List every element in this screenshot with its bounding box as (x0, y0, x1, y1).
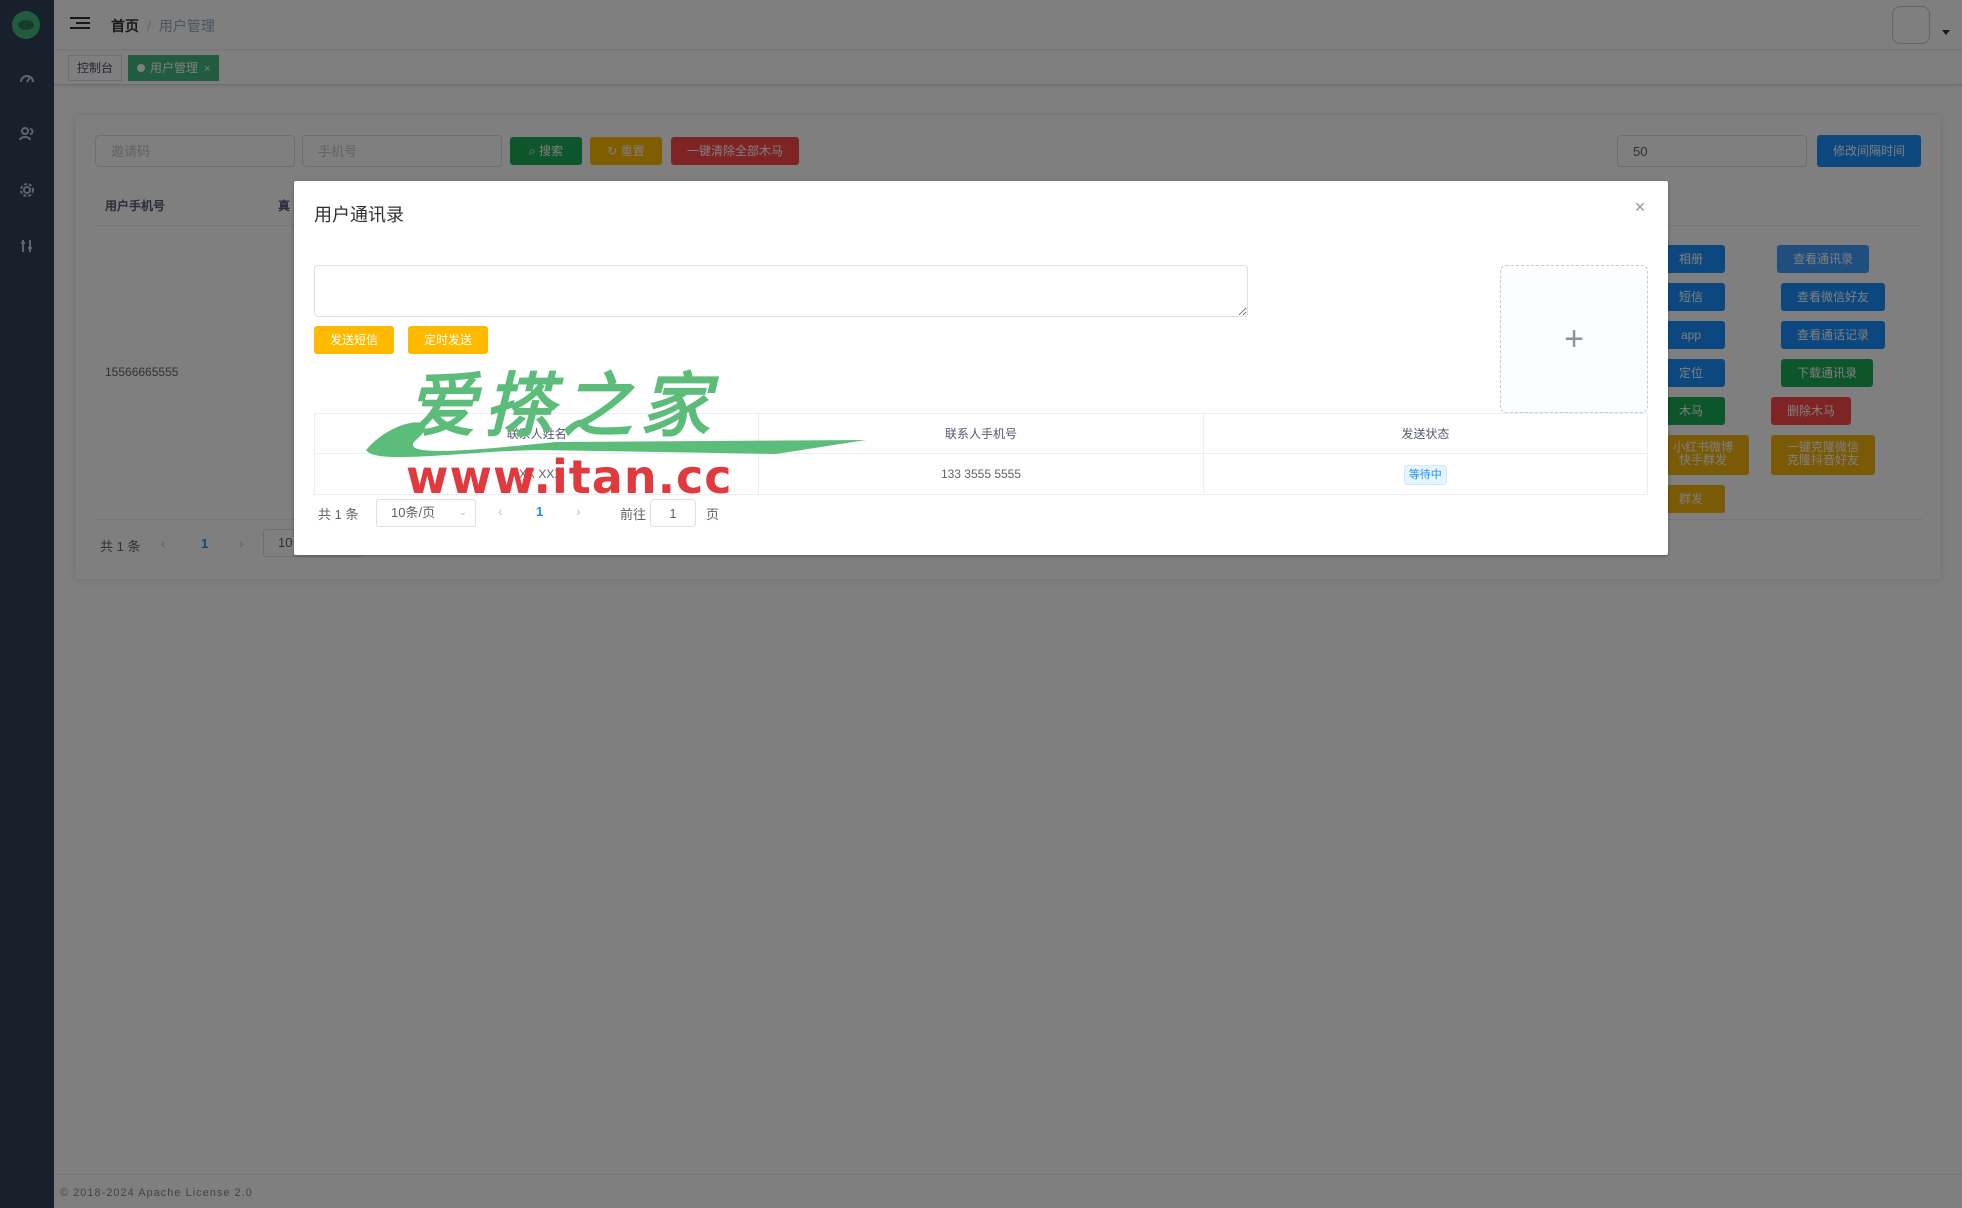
goto-page-input[interactable] (650, 499, 696, 527)
dialog-title: 用户通讯录 (314, 205, 404, 225)
contacts-dialog: 用户通讯录 × 发送短信 定时发送 + 联系人姓名 联系人手机号 发送状态 XX… (294, 181, 1668, 555)
send-sms-button[interactable]: 发送短信 (314, 326, 394, 354)
table-header-row: 联系人姓名 联系人手机号 发送状态 (315, 414, 1647, 454)
message-textarea[interactable] (314, 265, 1248, 317)
close-icon[interactable]: × (1632, 198, 1648, 216)
table-row: XXX XXX 133 3555 5555 等待中 (315, 454, 1647, 494)
image-upload[interactable]: + (1500, 265, 1648, 413)
contact-phone-cell: 133 3555 5555 (759, 454, 1204, 494)
contact-name-cell: XXX XXX (315, 454, 760, 494)
status-badge: 等待中 (1403, 465, 1447, 485)
timed-send-button[interactable]: 定时发送 (408, 326, 488, 354)
plus-icon: + (1564, 320, 1584, 358)
chevron-down-icon: ⌄ (458, 507, 467, 518)
page-size-value: 10条/页 (391, 505, 436, 520)
pager-total: 共 1 条 (318, 507, 359, 522)
dialog-pagination: 共 1 条 10条/页 ⌄ ‹ 1 › 前往 页 (314, 499, 814, 527)
goto-label: 前往 (620, 507, 647, 522)
column-header-send-status: 发送状态 (1401, 427, 1450, 441)
contacts-table: 联系人姓名 联系人手机号 发送状态 XXX XXX 133 3555 5555 … (314, 413, 1648, 495)
column-header-contact-name: 联系人姓名 (315, 414, 760, 453)
prev-page-icon[interactable]: ‹ (498, 503, 503, 519)
pager-current-page[interactable]: 1 (536, 504, 543, 519)
send-status-cell: 等待中 (1204, 454, 1647, 494)
page-size-select[interactable]: 10条/页 ⌄ (376, 499, 476, 527)
page-unit-label: 页 (706, 507, 720, 522)
column-header-contact-phone: 联系人手机号 (759, 414, 1204, 453)
next-page-icon[interactable]: › (576, 503, 581, 519)
